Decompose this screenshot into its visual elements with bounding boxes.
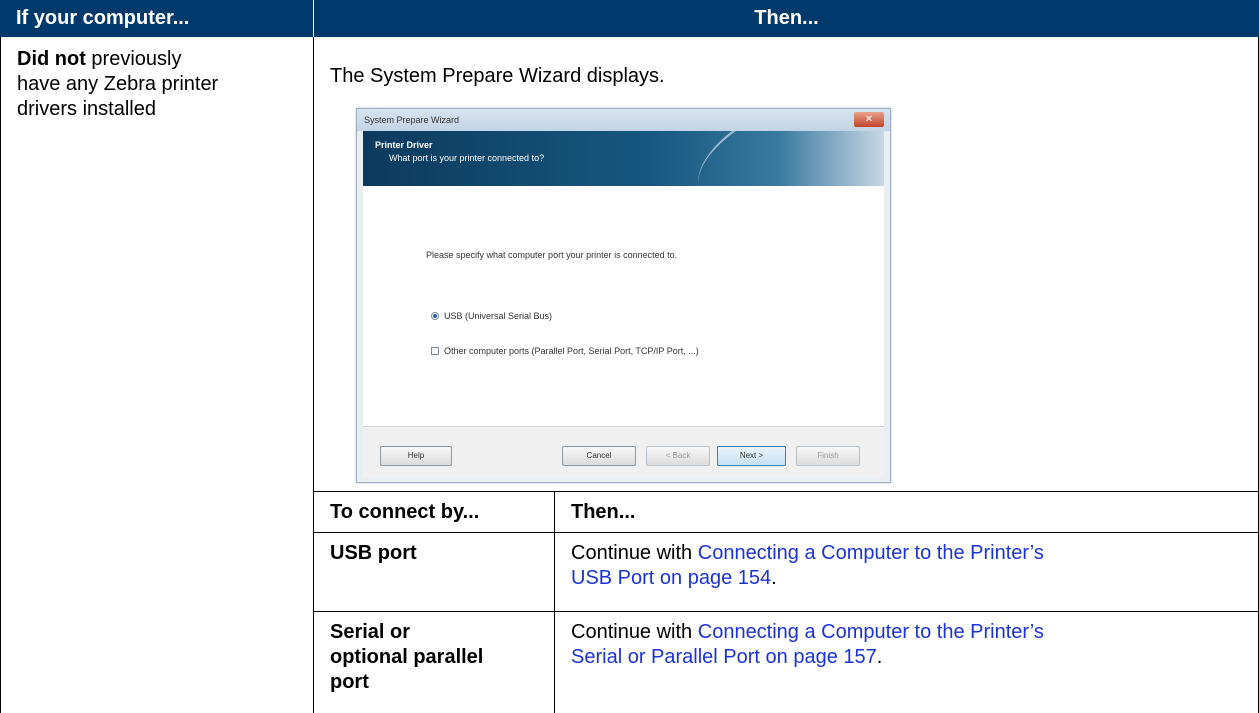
- banner-title: Printer Driver: [375, 140, 433, 150]
- row-serial-prefix: Continue with: [571, 621, 698, 643]
- port-prompt: Please specify what computer port your p…: [426, 250, 678, 260]
- serial-port-link-line1[interactable]: Connecting a Computer to the Printer’s: [698, 621, 1044, 643]
- table-border-left: [0, 37, 1, 713]
- subtable-top-border: [313, 491, 1259, 492]
- subtable-header-then: Then...: [571, 501, 636, 523]
- finish-button[interactable]: Finish: [796, 446, 860, 466]
- subtable-row-divider: [313, 611, 1259, 612]
- condition-line1: previously: [85, 48, 182, 70]
- serial-label-line3: port: [330, 671, 369, 693]
- radio-selected-icon[interactable]: [431, 312, 439, 320]
- other-ports-option[interactable]: Other computer ports (Parallel Port, Ser…: [431, 346, 699, 356]
- result-text: The System Prepare Wizard displays.: [330, 65, 665, 87]
- row-serial-suffix: .: [876, 646, 883, 668]
- other-ports-label: Other computer ports (Parallel Port, Ser…: [444, 346, 699, 356]
- row-usb-prefix: Continue with: [571, 542, 698, 564]
- dialog-body: Please specify what computer port your p…: [363, 186, 884, 426]
- row-usb-port-instruction: Continue with Connecting a Computer to t…: [571, 541, 1044, 591]
- banner-swoosh: [680, 131, 884, 186]
- back-button[interactable]: < Back: [646, 446, 710, 466]
- checkbox-icon[interactable]: [431, 347, 439, 355]
- serial-label-line1: Serial or: [330, 621, 411, 643]
- condition-bold: Did not: [17, 48, 86, 70]
- serial-label-line2: optional parallel: [330, 646, 484, 668]
- usb-option[interactable]: USB (Universal Serial Bus): [431, 311, 552, 321]
- condition-text: Did not previously have any Zebra printe…: [17, 47, 218, 122]
- row-usb-port-label: USB port: [330, 542, 417, 564]
- header-if-your-computer: If your computer...: [0, 0, 313, 37]
- help-button[interactable]: Help: [380, 446, 452, 466]
- usb-option-label: USB (Universal Serial Bus): [444, 311, 553, 321]
- row-serial-port-label: Serial or optional parallel port: [330, 620, 483, 695]
- subtable-column-divider: [554, 491, 555, 713]
- dialog-banner: Printer Driver What port is your printer…: [363, 131, 884, 186]
- usb-port-link-line1[interactable]: Connecting a Computer to the Printer’s: [698, 542, 1044, 564]
- instruction-table: If your computer... Then... Did not prev…: [0, 0, 1259, 713]
- row-usb-suffix: .: [771, 567, 777, 589]
- header-then: Then...: [313, 0, 1259, 37]
- row-serial-port-instruction: Continue with Connecting a Computer to t…: [571, 620, 1044, 670]
- dialog-title: System Prepare Wizard: [364, 115, 460, 125]
- condition-line3: drivers installed: [17, 98, 156, 120]
- serial-port-link-line2[interactable]: Serial or Parallel Port on page 157: [571, 646, 877, 668]
- system-prepare-wizard-dialog: System Prepare Wizard ✕ Printer Driver W…: [356, 108, 891, 483]
- subtable-header-divider: [313, 532, 1259, 533]
- usb-port-link-line2[interactable]: USB Port on page 154: [571, 567, 771, 589]
- close-icon[interactable]: ✕: [854, 112, 884, 127]
- condition-line2: have any Zebra printer: [17, 73, 219, 95]
- banner-subtitle: What port is your printer connected to?: [389, 153, 545, 163]
- next-button[interactable]: Next >: [717, 446, 786, 466]
- dialog-title-bar: System Prepare Wizard: [357, 109, 890, 131]
- dialog-footer: Help Cancel < Back Next > Finish: [363, 426, 884, 478]
- cancel-button[interactable]: Cancel: [562, 446, 636, 466]
- subtable-header-connect-by: To connect by...: [330, 501, 480, 523]
